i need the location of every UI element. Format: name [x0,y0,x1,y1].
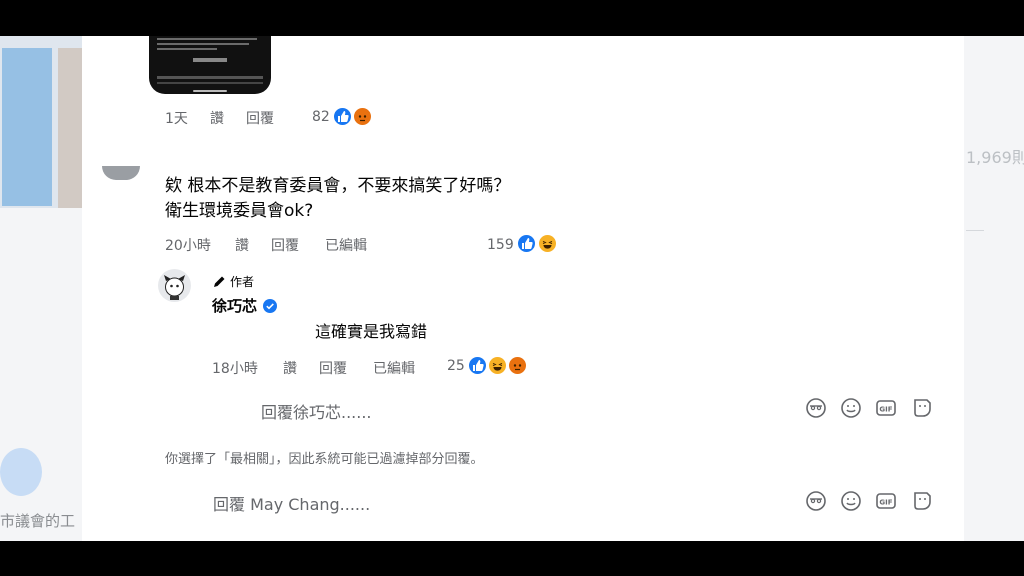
comment-text-line-2: 衛生環境委員會ok? [165,201,314,221]
avatar-sticker-icon[interactable] [805,490,827,512]
svg-text:GIF: GIF [879,499,892,507]
svg-text:GIF: GIF [879,406,892,414]
gif-icon[interactable]: GIF [875,490,897,512]
comment-input[interactable]: 回覆 May Chang...... [213,491,370,515]
reaction-count[interactable]: 25 [447,358,465,374]
edited-label: 已編輯 [325,238,367,254]
author-name-text[interactable]: 徐巧芯 [212,295,257,316]
letterbox-bottom [0,541,1024,576]
like-button[interactable]: 讚 [283,358,297,378]
reply-button[interactable]: 回覆 [246,108,274,128]
avatar-sticker-icon[interactable] [805,397,827,419]
gif-icon[interactable]: GIF [875,397,897,419]
comment-time[interactable]: 20小時 [165,235,211,255]
angry-icon [352,106,373,127]
like-icon [332,106,353,127]
author-avatar[interactable] [158,269,191,302]
reply-button[interactable]: 回覆 [319,358,347,378]
sticker-icon[interactable] [911,490,933,512]
author-tag-label: 作者 [230,275,255,289]
reply-time[interactable]: 18小時 [212,358,258,378]
background-divider [966,230,984,231]
like-icon [467,355,488,376]
like-icon [516,233,537,254]
reply-input[interactable]: 回覆徐巧芯...... [261,399,372,423]
background-poster [2,48,52,206]
like-button[interactable]: 讚 [235,235,249,255]
pencil-icon [214,276,225,287]
background-count: 1,969則 [966,148,1024,167]
comment-text-line-1: 欸 根本不是教育委員會，不要來搞笑了好嗎？ [165,176,511,196]
emoji-icon[interactable] [840,490,862,512]
author-name[interactable]: 徐巧芯 [212,295,278,316]
background-avatar [0,448,42,496]
author-badge: 作者 [212,273,254,290]
reply-text: 這確實是我寫錯 [315,322,428,341]
verified-badge-icon [263,298,278,313]
reply-button[interactable]: 回覆 [271,235,299,255]
like-button[interactable]: 讚 [210,108,224,128]
angry-icon [507,355,528,376]
background-photo [58,48,82,208]
haha-icon [537,233,558,254]
comment-time[interactable]: 1天 [165,108,188,128]
reaction-count[interactable]: 82 [312,109,330,125]
reaction-count[interactable]: 159 [487,237,514,253]
filter-notice: 你選擇了「最相關」，因此系統可能已過濾掉部分回覆。 [165,452,484,467]
haha-icon [487,355,508,376]
edited-label: 已編輯 [373,361,415,377]
letterbox-top [0,0,1024,36]
emoji-icon[interactable] [840,397,862,419]
attached-screenshot-image[interactable] [149,36,271,94]
sticker-icon[interactable] [911,397,933,419]
background-text: 市議會的工 [0,512,76,530]
